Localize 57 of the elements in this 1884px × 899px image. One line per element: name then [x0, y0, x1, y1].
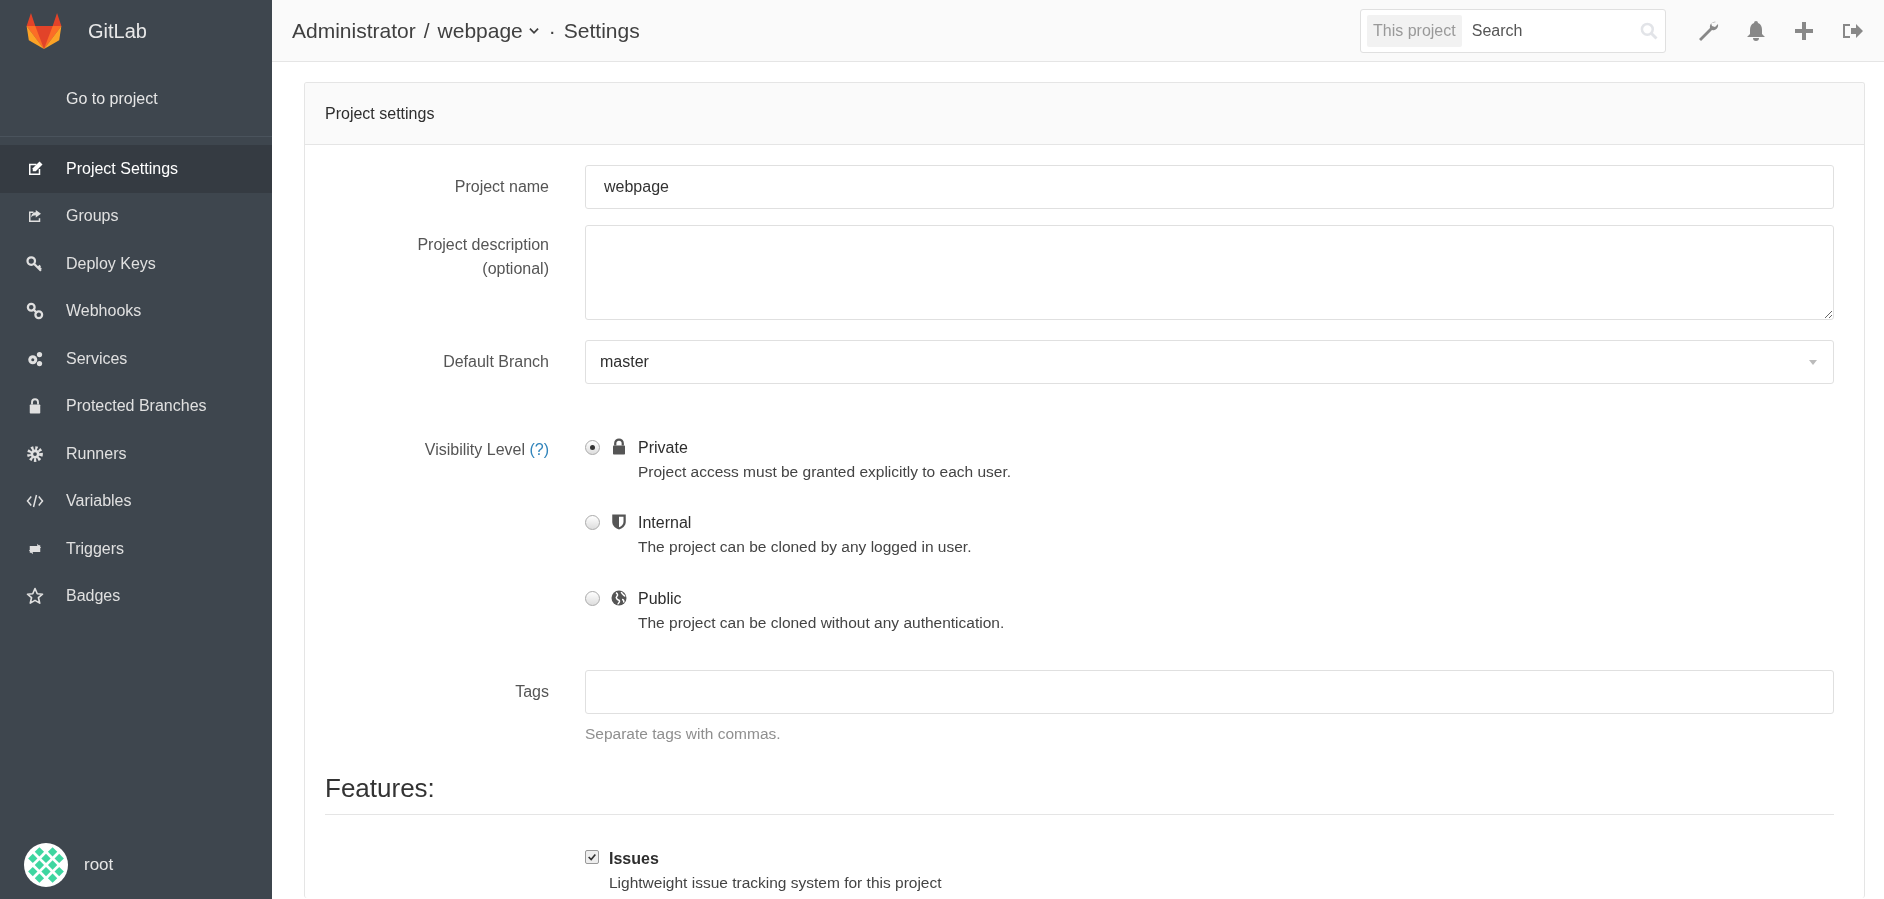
tags-field[interactable] — [585, 669, 1834, 714]
sidebar-item[interactable]: Triggers — [0, 525, 272, 573]
star-icon — [26, 587, 44, 606]
shield-icon — [610, 513, 628, 532]
sidebar-item[interactable]: Protected Branches — [0, 382, 272, 430]
field-hint: Separate tags with commas. — [585, 723, 782, 744]
breadcrumb-separator: / — [423, 17, 430, 44]
project-dropdown[interactable]: webpage — [437, 14, 541, 47]
sidebar-item[interactable]: Runners — [0, 430, 272, 478]
globe-icon — [610, 588, 628, 607]
option-description: Project access must be granted explicitly to each user. — [638, 462, 1012, 482]
branch-select[interactable]: master — [585, 340, 1834, 384]
radio-button[interactable] — [585, 515, 600, 531]
option-label: Private — [638, 438, 689, 458]
help-link[interactable]: (?) — [529, 441, 549, 458]
section-heading: Features: — [325, 769, 1834, 815]
sidebar-item[interactable]: Groups — [0, 192, 272, 240]
go-to-project-link[interactable]: Go to project — [0, 62, 272, 137]
group-link[interactable]: Administrator — [292, 14, 416, 47]
feature-description: Lightweight issue tracking system for this project — [609, 873, 942, 893]
option-description: The project can be cloned without any authentication. — [638, 612, 1005, 633]
field-label: Default Branch — [442, 352, 550, 372]
description-field[interactable] — [585, 225, 1834, 320]
radio-button[interactable] — [585, 590, 600, 606]
fox-logo-icon — [24, 12, 64, 50]
field-label: Project name — [453, 177, 550, 197]
edit-icon — [26, 159, 44, 178]
feature-label: Issues — [609, 849, 660, 869]
key-icon — [26, 254, 44, 273]
gear-icon — [26, 444, 44, 463]
breadcrumb-separator: · — [548, 17, 556, 44]
field-label: Project description — [417, 235, 549, 255]
avatar-icon — [24, 843, 68, 887]
link-icon — [26, 302, 44, 321]
option-description: The project can be cloned by any logged in user. — [638, 537, 972, 558]
option-label: Public — [638, 588, 683, 609]
sidebar-item[interactable]: Webhooks — [0, 287, 272, 335]
brand-name: GitLab — [88, 19, 147, 44]
search-icon — [1639, 20, 1659, 41]
gears-icon — [26, 349, 44, 368]
check-icon — [587, 852, 597, 862]
field-label: Tags — [514, 681, 550, 702]
option-label: Internal — [638, 513, 693, 534]
radio-button[interactable] — [585, 440, 600, 455]
page-title: Settings — [563, 17, 640, 44]
card-title: Project settings — [305, 83, 1864, 145]
lock-icon — [610, 438, 628, 456]
field-hint: (optional) — [482, 259, 549, 279]
sidebar-item[interactable]: Services — [0, 335, 272, 383]
sidebar-item[interactable]: Deploy Keys — [0, 240, 272, 288]
sidebar-item[interactable]: Badges — [0, 572, 272, 620]
user-name[interactable]: root — [84, 852, 114, 878]
sidebar-item[interactable]: Project Settings — [0, 145, 272, 193]
checkbox[interactable] — [585, 850, 599, 864]
field-label: Visibility Level — [424, 441, 526, 458]
sidebar-item[interactable]: Variables — [0, 477, 272, 525]
project-name-field[interactable]: webpage — [585, 165, 1834, 209]
